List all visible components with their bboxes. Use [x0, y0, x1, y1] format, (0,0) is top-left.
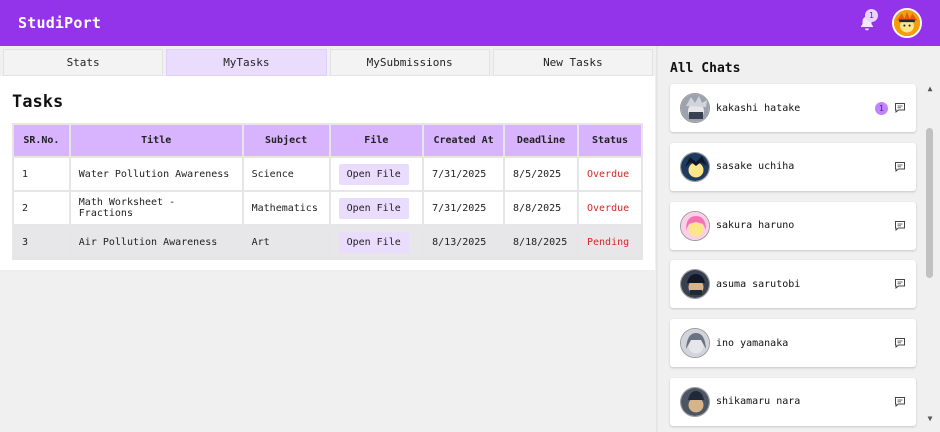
column-header-status: Status — [577, 123, 643, 158]
scroll-up-arrow-icon[interactable]: ▲ — [925, 84, 935, 94]
cell-subject: Mathematics — [241, 190, 331, 226]
user-avatar-image — [894, 10, 920, 36]
notifications-button[interactable]: 1 — [858, 9, 880, 34]
cell-file: Open File — [328, 156, 425, 192]
table-header-row: SR.No. Title Subject File Created At Dea… — [12, 123, 643, 158]
tab-new-tasks[interactable]: New Tasks — [492, 49, 653, 76]
chat-name: sakura haruno — [716, 220, 795, 232]
chat-name: kakashi hatake — [716, 102, 801, 114]
chats-heading: All Chats — [670, 61, 741, 76]
message-icon[interactable] — [894, 220, 906, 232]
chat-list: kakashi hatake 1 sasake uchiha sakura ha… — [670, 84, 916, 432]
main-panel: Stats MyTasks MySubmissions New Tasks Ta… — [0, 46, 656, 432]
message-icon[interactable] — [894, 278, 906, 290]
chat-item-asuma[interactable]: asuma sarutobi — [670, 260, 916, 309]
cell-subject: Science — [241, 156, 331, 192]
chat-item-shikamaru[interactable]: shikamaru nara — [670, 377, 916, 426]
cell-status: Overdue — [577, 156, 643, 192]
cell-deadline: 8/8/2025 — [503, 190, 579, 226]
column-header-subject: Subject — [241, 123, 331, 158]
notification-count-badge: 1 — [865, 9, 878, 22]
tab-bar: Stats MyTasks MySubmissions New Tasks — [3, 49, 653, 76]
cell-title: Water Pollution Awareness — [68, 156, 244, 192]
cell-srno: 2 — [12, 190, 71, 226]
chat-item-kakashi[interactable]: kakashi hatake 1 — [670, 84, 916, 132]
chat-name: ino yamanaka — [716, 337, 789, 349]
cell-file: Open File — [328, 224, 425, 260]
avatar — [680, 151, 710, 182]
scroll-down-arrow-icon[interactable]: ▼ — [925, 414, 935, 424]
chat-item-ino[interactable]: ino yamanaka — [670, 319, 916, 368]
cell-created: 7/31/2025 — [422, 156, 506, 192]
cell-srno: 3 — [12, 224, 71, 260]
tasks-card: Tasks SR.No. Title Subject File Created … — [0, 76, 655, 270]
message-icon[interactable] — [894, 396, 906, 408]
top-right-controls: 1 — [858, 8, 922, 38]
cell-srno: 1 — [12, 156, 71, 192]
column-header-title: Title — [68, 123, 244, 158]
column-header-file: File — [328, 123, 425, 158]
message-icon[interactable] — [894, 161, 906, 173]
table-row: 1 Water Pollution Awareness Science Open… — [12, 156, 643, 192]
chat-scrollbar[interactable]: ▲ ▼ — [925, 84, 935, 424]
user-avatar[interactable] — [892, 8, 922, 38]
tasks-heading: Tasks — [12, 92, 64, 112]
cell-created: 8/13/2025 — [422, 224, 506, 260]
chat-name: sasake uchiha — [716, 161, 795, 173]
column-header-created: Created At — [422, 123, 506, 158]
avatar — [680, 210, 710, 241]
cell-deadline: 8/5/2025 — [503, 156, 579, 192]
chat-item-sakura[interactable]: sakura haruno — [670, 201, 916, 250]
tab-stats[interactable]: Stats — [3, 49, 164, 76]
tab-mytasks[interactable]: MyTasks — [166, 49, 327, 76]
tab-mysubmissions[interactable]: MySubmissions — [329, 49, 490, 76]
tasks-table: SR.No. Title Subject File Created At Dea… — [12, 123, 643, 260]
table-row: 2 Math Worksheet - Fractions Mathematics… — [12, 190, 643, 226]
chats-panel: All Chats kakashi hatake 1 sasake uchiha — [656, 46, 940, 432]
cell-status: Pending — [577, 224, 643, 260]
chat-item-sasake[interactable]: sasake uchiha — [670, 142, 916, 191]
open-file-button[interactable]: Open File — [338, 231, 409, 253]
avatar — [680, 386, 710, 417]
unread-badge: 1 — [875, 101, 888, 115]
message-icon[interactable] — [894, 102, 906, 114]
cell-deadline: 8/18/2025 — [503, 224, 579, 260]
cell-status: Overdue — [577, 190, 643, 226]
avatar — [680, 328, 710, 359]
avatar — [680, 93, 710, 123]
table-row: 3 Air Pollution Awareness Art Open File … — [12, 224, 643, 260]
cell-title: Air Pollution Awareness — [68, 224, 244, 260]
open-file-button[interactable]: Open File — [338, 163, 409, 185]
column-header-deadline: Deadline — [503, 123, 579, 158]
top-bar: StudiPort 1 — [0, 0, 940, 46]
chat-name: shikamaru nara — [716, 396, 801, 408]
chat-name: asuma sarutobi — [716, 278, 801, 290]
open-file-button[interactable]: Open File — [338, 197, 409, 219]
scroll-thumb[interactable] — [926, 128, 933, 278]
cell-created: 7/31/2025 — [422, 190, 506, 226]
cell-subject: Art — [241, 224, 331, 260]
message-icon[interactable] — [894, 337, 906, 349]
column-header-srno: SR.No. — [12, 123, 71, 158]
cell-file: Open File — [328, 190, 425, 226]
cell-title: Math Worksheet - Fractions — [68, 190, 244, 226]
app-title: StudiPort — [18, 14, 102, 32]
avatar — [680, 269, 710, 300]
